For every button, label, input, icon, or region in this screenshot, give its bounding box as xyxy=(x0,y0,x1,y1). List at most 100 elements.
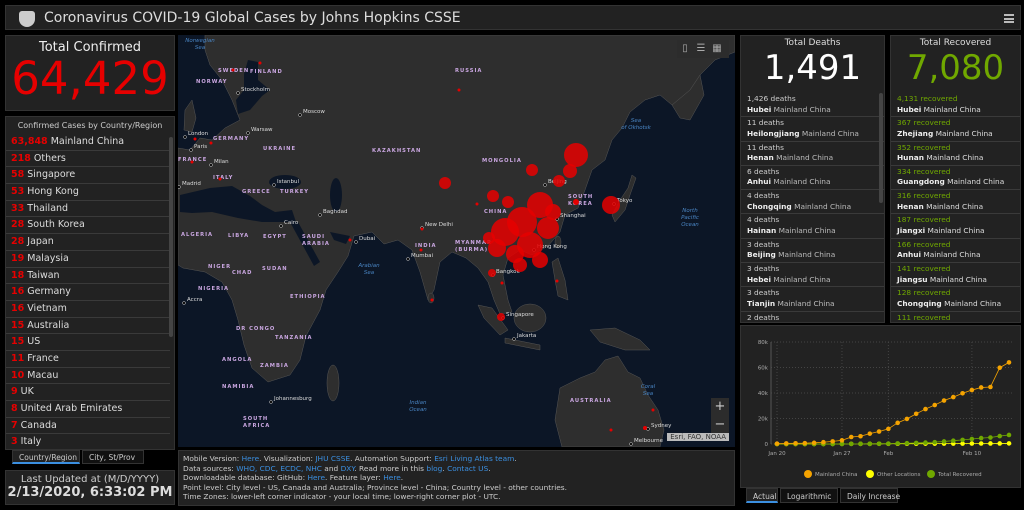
bookmark-icon[interactable]: ▯ xyxy=(677,40,693,58)
country-list-item[interactable]: 63,848 Mainland China xyxy=(6,134,170,151)
legend-label[interactable]: Other Locations xyxy=(877,472,921,478)
deaths-list-item[interactable]: 3 deaths Beijing Mainland China xyxy=(741,239,884,264)
country-list-item[interactable]: 218 Others xyxy=(6,151,170,168)
case-marker[interactable] xyxy=(430,298,434,302)
case-marker[interactable] xyxy=(488,269,496,277)
country-list-item[interactable]: 15 US xyxy=(6,334,170,351)
data-point[interactable] xyxy=(858,433,863,439)
case-marker[interactable] xyxy=(500,281,504,285)
country-list-scrollbar[interactable] xyxy=(169,137,173,337)
country-list-item[interactable]: 11 France xyxy=(6,351,170,368)
case-marker[interactable] xyxy=(218,177,222,181)
deaths-list-item[interactable]: 11 deaths Henan Mainland China xyxy=(741,142,884,166)
chart-tab-actual[interactable]: Actual xyxy=(746,488,778,503)
data-point[interactable] xyxy=(978,385,984,390)
case-marker[interactable] xyxy=(651,408,655,412)
data-point[interactable] xyxy=(811,440,817,446)
zoom-out-button[interactable]: − xyxy=(711,416,729,434)
country-list-item[interactable]: 16 Germany xyxy=(6,284,170,301)
country-list-item[interactable]: 19 Malaysia xyxy=(6,251,170,268)
case-marker[interactable] xyxy=(602,196,620,214)
info-link[interactable]: Here xyxy=(307,473,325,482)
data-point[interactable] xyxy=(969,436,975,442)
data-point[interactable] xyxy=(848,441,854,447)
data-point[interactable] xyxy=(839,438,845,443)
info-link[interactable]: Here xyxy=(242,454,260,463)
info-link[interactable]: WHO, CDC, ECDC, NHC xyxy=(236,464,322,473)
deaths-list-item[interactable]: 3 deaths Tianjin Mainland China xyxy=(741,287,884,312)
info-link[interactable]: Here xyxy=(383,473,401,482)
data-point[interactable] xyxy=(1006,432,1012,438)
country-list-item[interactable]: 28 South Korea xyxy=(6,217,170,235)
case-marker[interactable] xyxy=(439,177,451,189)
tab-country-region[interactable]: Country/Region xyxy=(12,450,80,464)
data-point[interactable] xyxy=(876,441,882,447)
data-point[interactable] xyxy=(997,433,1003,439)
case-marker[interactable] xyxy=(532,252,548,268)
case-marker[interactable] xyxy=(483,232,495,244)
case-marker[interactable] xyxy=(231,68,235,72)
case-marker[interactable] xyxy=(487,190,499,202)
case-marker[interactable] xyxy=(526,164,538,176)
case-marker[interactable] xyxy=(643,426,647,430)
tab-city-state-province[interactable]: City, St/Prov xyxy=(82,450,144,464)
case-marker[interactable] xyxy=(497,313,505,321)
case-marker[interactable] xyxy=(502,196,514,208)
chart-tab-daily-increase[interactable]: Daily Increase xyxy=(840,488,900,503)
country-list-item[interactable]: 3 Italy xyxy=(6,434,170,449)
recovered-list-item[interactable]: 367 recovered Zhejiang Mainland China xyxy=(891,117,1020,142)
country-list-item[interactable]: 16 Vietnam xyxy=(6,301,170,318)
data-point[interactable] xyxy=(960,437,965,443)
deaths-list-item[interactable]: 3 deaths Hebei Mainland China xyxy=(741,263,884,288)
case-marker[interactable] xyxy=(457,88,461,92)
data-point[interactable] xyxy=(988,435,993,440)
deaths-list-item[interactable]: 4 deaths Chongqing Mainland China xyxy=(741,190,884,215)
data-point[interactable] xyxy=(867,441,873,447)
data-point[interactable] xyxy=(941,439,947,444)
data-point[interactable] xyxy=(997,441,1003,446)
case-marker[interactable] xyxy=(563,164,577,178)
country-list-item[interactable]: 33 Thailand xyxy=(6,201,170,218)
data-point[interactable] xyxy=(1006,441,1012,446)
deaths-list-item[interactable]: 1,426 deaths Hubei Mainland China xyxy=(741,93,884,118)
info-link[interactable]: JHU CSSE xyxy=(315,454,350,463)
data-point[interactable] xyxy=(978,441,984,446)
country-list-item[interactable]: 58 Singapore xyxy=(6,167,170,185)
case-marker[interactable] xyxy=(555,279,559,283)
data-point[interactable] xyxy=(858,441,863,447)
case-marker[interactable] xyxy=(545,204,561,220)
recovered-list-item[interactable]: 128 recovered Chongqing Mainland China xyxy=(891,287,1020,312)
data-point[interactable] xyxy=(988,441,993,446)
recovered-list-item[interactable]: 334 recovered Guangdong Mainland China xyxy=(891,166,1020,191)
data-point[interactable] xyxy=(904,416,910,422)
hamburger-menu-icon[interactable] xyxy=(1004,14,1014,23)
data-point[interactable] xyxy=(904,440,910,446)
data-point[interactable] xyxy=(802,440,808,446)
data-point[interactable] xyxy=(913,411,919,417)
country-list-item[interactable]: 53 Hong Kong xyxy=(6,184,170,201)
data-point[interactable] xyxy=(960,390,965,396)
case-marker[interactable] xyxy=(475,202,479,206)
case-marker[interactable] xyxy=(553,175,565,187)
data-point[interactable] xyxy=(774,441,780,446)
zoom-in-button[interactable]: + xyxy=(711,398,729,416)
data-point[interactable] xyxy=(951,438,956,443)
case-marker[interactable] xyxy=(419,248,423,252)
data-point[interactable] xyxy=(913,440,919,446)
recovered-list-item[interactable]: 166 recovered Anhui Mainland China xyxy=(891,239,1020,264)
data-point[interactable] xyxy=(876,429,882,434)
data-point[interactable] xyxy=(886,426,891,432)
data-point[interactable] xyxy=(969,441,975,446)
case-marker[interactable] xyxy=(190,160,194,164)
recovered-list-item[interactable]: 352 recovered Hunan Mainland China xyxy=(891,142,1020,166)
case-marker[interactable] xyxy=(537,217,559,239)
basemap-gallery-icon[interactable]: ▦ xyxy=(709,40,725,58)
country-list-item[interactable]: 9 UK xyxy=(6,384,170,401)
country-list-item[interactable]: 15 Australia xyxy=(6,318,170,335)
data-point[interactable] xyxy=(978,435,984,441)
legend-list-icon[interactable]: ☰ xyxy=(693,40,709,58)
case-marker[interactable] xyxy=(420,227,424,231)
recovered-list-item[interactable]: 111 recovered xyxy=(891,312,1020,322)
recovered-list-item[interactable]: 187 recovered Jiangxi Mainland China xyxy=(891,214,1020,239)
info-link[interactable]: blog xyxy=(426,464,442,473)
